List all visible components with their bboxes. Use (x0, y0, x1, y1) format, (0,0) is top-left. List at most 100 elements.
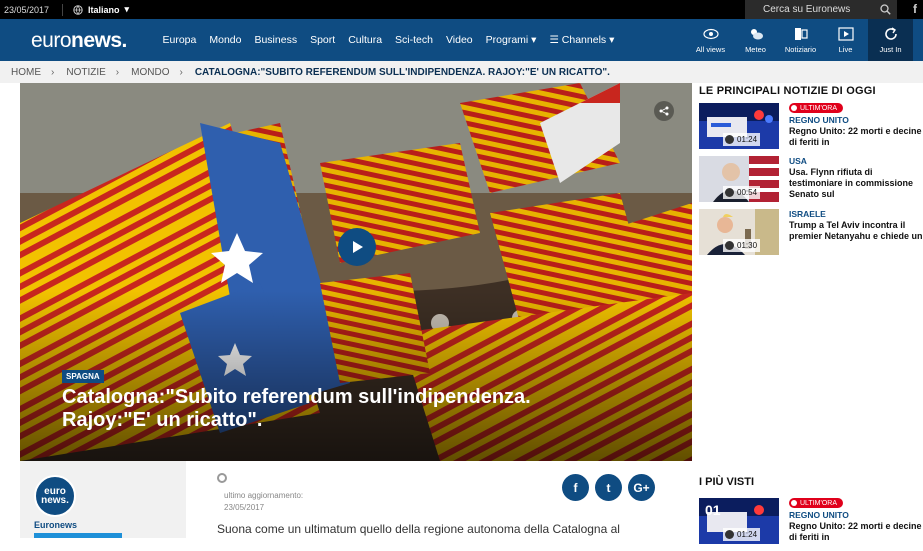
breadcrumb-mondo[interactable]: MONDO (131, 67, 179, 78)
search-icon[interactable] (880, 4, 891, 15)
nav-link-channels[interactable]: ☰ Channels ▾ (543, 34, 621, 46)
news-thumbnail[interactable]: 01 01:24 (699, 498, 779, 544)
breadcrumb-current: CATALOGNA:"SUBITO REFERENDUM SULL'INDIPE… (194, 66, 610, 78)
list-item[interactable]: 01:30 ISRAELE Trump a Tel Aviv incontra … (699, 209, 923, 257)
news-info: ISRAELE Trump a Tel Aviv incontra il pre… (779, 209, 923, 257)
nav-link-business[interactable]: Business (248, 34, 304, 46)
facebook-share-icon[interactable]: f (562, 474, 589, 501)
top-news-title: LE PRINCIPALI NOTIZIE DI OGGI (699, 85, 876, 97)
nav-links: Europa Mondo Business Sport Cultura Sci-… (156, 19, 621, 61)
chevron-right-icon: › (179, 66, 183, 78)
breadcrumb-notizie[interactable]: NOTIZIE (66, 67, 115, 78)
news-title[interactable]: Regno Unito: 22 morti e decine di feriti… (789, 521, 923, 543)
play-icon (353, 241, 363, 253)
news-title[interactable]: Trump a Tel Aviv incontra il premier Net… (789, 220, 923, 242)
all-views-label: All views (695, 44, 726, 54)
news-category[interactable]: ISRAELE (789, 209, 923, 220)
nav-link-sport[interactable]: Sport (304, 34, 342, 46)
news-thumbnail[interactable]: 01:30 (699, 209, 779, 255)
social-share: f t G+ (562, 474, 655, 501)
breaking-text: ULTIM'ORA (800, 499, 837, 507)
weather-icon (750, 28, 763, 39)
notiziario-button[interactable]: Notiziario (778, 19, 823, 61)
list-item[interactable]: 01:24 ULTIM'ORA REGNO UNITO Regno Unito:… (699, 103, 923, 151)
last-updated: ultimo aggiornamento: 23/05/2017 (224, 490, 303, 514)
live-button[interactable]: Live (823, 19, 868, 61)
author-name[interactable]: Euronews (34, 520, 77, 530)
updated-date: 23/05/2017 (224, 503, 265, 512)
hero-video[interactable]: SPAGNA Catalogna:"Subito referendum sull… (20, 83, 692, 461)
nav-link-scitech[interactable]: Sci-tech (389, 34, 440, 46)
most-viewed-title: I PIÙ VISTI (699, 476, 755, 488)
just-in-label: Just In (879, 44, 902, 54)
breaking-badge: ULTIM'ORA (789, 498, 843, 508)
video-duration: 01:24 (723, 528, 761, 541)
breadcrumb-home[interactable]: HOME (11, 67, 51, 78)
follow-button[interactable] (34, 533, 122, 538)
live-dot-icon (791, 500, 797, 506)
article-headline: Catalogna:"Subito referendum sull'indipe… (62, 386, 531, 431)
breaking-badge: ULTIM'ORA (789, 103, 843, 113)
news-title[interactable]: Usa. Flynn rifiuta di testimoniare in co… (789, 167, 923, 200)
video-duration: 01:30 (723, 239, 761, 252)
nav-link-mondo[interactable]: Mondo (203, 34, 248, 46)
news-thumbnail[interactable]: 00:54 (699, 156, 779, 202)
play-icon (725, 188, 734, 197)
news-category[interactable]: USA (789, 156, 923, 167)
top-news-sidebar: LE PRINCIPALI NOTIZIE DI OGGI 01:24 ULTI… (699, 83, 923, 262)
globe-icon (73, 4, 83, 15)
refresh-icon (884, 26, 897, 40)
video-duration: 01:24 (723, 133, 761, 146)
news-icon (794, 27, 808, 40)
most-viewed-sidebar: I PIÙ VISTI 01 01:24 ULTIM'ORA REGNO UNI… (699, 476, 923, 551)
author-box: euro news. Euronews (20, 461, 186, 538)
play-icon (725, 135, 734, 144)
article-meta: euro news. Euronews ultimo aggiornamento:… (20, 461, 692, 538)
meteo-button[interactable]: Meteo (733, 19, 778, 61)
twitter-share-icon[interactable]: t (595, 474, 622, 501)
category-tag[interactable]: SPAGNA (62, 370, 104, 383)
news-category[interactable]: REGNO UNITO (789, 510, 923, 521)
notiziario-label: Notiziario (784, 44, 817, 54)
live-label: Live (838, 44, 853, 54)
nav-link-cultura[interactable]: Cultura (342, 34, 389, 46)
list-item[interactable]: 01 01:24 ULTIM'ORA REGNO UNITO Regno Uni… (699, 498, 923, 546)
main-navigation: euronews. Europa Mondo Business Sport Cu… (0, 19, 923, 61)
divider (62, 3, 63, 16)
chevron-down-icon: ▾ (124, 4, 130, 14)
share-icon[interactable] (654, 101, 674, 121)
logo-part: news. (41, 495, 69, 506)
google-plus-share-icon[interactable]: G+ (628, 474, 655, 501)
rank-number: 01 (705, 502, 721, 518)
nav-link-europa[interactable]: Europa (156, 34, 203, 46)
news-title[interactable]: Regno Unito: 22 morti e decine di feriti… (789, 126, 923, 148)
logo-part: news. (71, 29, 127, 52)
play-button[interactable] (338, 228, 376, 266)
eye-icon (702, 28, 719, 39)
breaking-text: ULTIM'ORA (800, 104, 837, 112)
news-info: ULTIM'ORA REGNO UNITO Regno Unito: 22 mo… (779, 498, 923, 546)
news-category[interactable]: REGNO UNITO (789, 115, 923, 126)
facebook-icon[interactable]: f (913, 2, 917, 16)
clock-icon (217, 473, 227, 483)
duration-text: 00:54 (737, 188, 758, 197)
logo-part: euro (31, 29, 72, 52)
chevron-right-icon: › (51, 66, 55, 78)
language-label: Italiano (88, 4, 120, 15)
chevron-right-icon: › (115, 66, 120, 78)
language-selector[interactable]: Italiano ▾ (73, 4, 129, 15)
updated-label: ultimo aggiornamento: (224, 491, 304, 500)
list-item[interactable]: 00:54 USA Usa. Flynn rifiuta di testimon… (699, 156, 923, 204)
author-avatar[interactable]: euro news. (34, 475, 76, 517)
just-in-button[interactable]: Just In (868, 19, 913, 61)
search-input[interactable]: Cerca su Euronews (745, 0, 897, 19)
meteo-label: Meteo (745, 44, 766, 54)
nav-link-programi[interactable]: Programi ▾ (479, 34, 543, 46)
news-thumbnail[interactable]: 01:24 (699, 103, 779, 149)
all-views-button[interactable]: All views (688, 19, 733, 61)
euronews-logo[interactable]: euronews. (31, 29, 127, 53)
news-info: USA Usa. Flynn rifiuta di testimoniare i… (779, 156, 923, 204)
nav-link-video[interactable]: Video (439, 34, 479, 46)
breadcrumb: HOME › NOTIZIE › MONDO › CATALOGNA:"SUBITO … (0, 61, 923, 83)
search-placeholder: Cerca su Euronews (763, 4, 851, 15)
